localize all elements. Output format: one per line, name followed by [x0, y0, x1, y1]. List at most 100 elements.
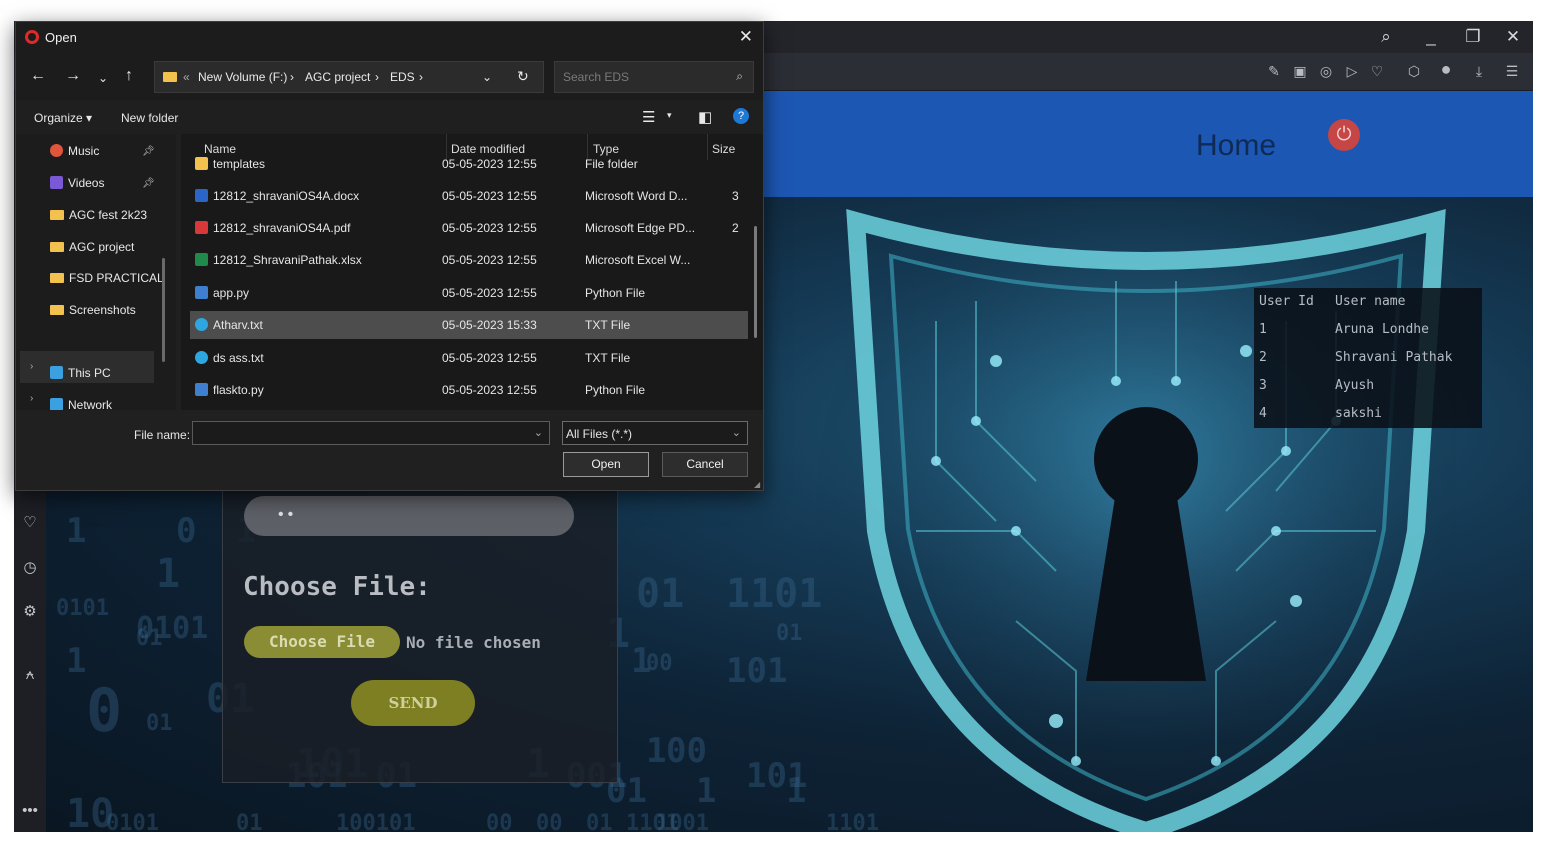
- nav-item-folder[interactable]: AGC fest 2k23: [50, 208, 147, 222]
- file-date: 05-05-2023 12:55: [442, 253, 537, 267]
- file-type: Microsoft Word D...: [585, 189, 688, 203]
- nav-item-network[interactable]: Network: [50, 398, 112, 410]
- search-icon[interactable]: ⌕: [1374, 27, 1398, 47]
- binary-text: 01: [146, 711, 173, 736]
- file-name-input[interactable]: ⌄: [192, 421, 550, 445]
- power-icon[interactable]: ⏻: [1328, 119, 1360, 151]
- menu-icon[interactable]: ☰: [1502, 61, 1522, 81]
- restore-icon[interactable]: ❐: [1461, 27, 1485, 47]
- chevron-down-icon[interactable]: ⌄: [98, 69, 108, 87]
- vertical-scrollbar[interactable]: [754, 226, 757, 338]
- cancel-button[interactable]: Cancel: [662, 452, 748, 477]
- file-date: 05-05-2023 12:55: [442, 221, 537, 235]
- home-link[interactable]: Home: [1196, 129, 1276, 163]
- file-row[interactable]: templates 05-05-2023 12:55 File folder: [190, 150, 748, 178]
- nav-item-music[interactable]: Music: [50, 144, 99, 158]
- nav-item-label: Network: [68, 398, 113, 410]
- heart-icon[interactable]: ♡: [14, 513, 46, 533]
- file-row[interactable]: 12812_shravaniOS4A.pdf 05-05-2023 12:55 Mi…: [190, 214, 748, 242]
- messenger-icon[interactable]: ◎: [1316, 61, 1336, 81]
- search-input[interactable]: Search EDS ⌕: [554, 61, 754, 93]
- nav-item-videos[interactable]: Videos: [50, 176, 104, 190]
- preview-pane-icon[interactable]: ◧: [698, 108, 712, 126]
- nav-item-label: FSD PRACTICAL: [69, 271, 164, 285]
- organize-menu[interactable]: Organize ▾: [34, 111, 92, 125]
- close-icon[interactable]: ✕: [739, 27, 753, 47]
- resize-grip-icon[interactable]: ◢: [754, 480, 760, 489]
- file-name: 12812_shravaniOS4A.docx: [195, 189, 359, 203]
- minimize-icon[interactable]: _: [1419, 27, 1443, 47]
- binary-text: 00: [536, 811, 563, 832]
- chevron-down-icon[interactable]: ⌄: [534, 426, 543, 439]
- send-button[interactable]: SEND: [351, 680, 475, 726]
- file-row[interactable]: ds ass.txt 05-05-2023 12:55 TXT File: [190, 344, 748, 372]
- address-bar[interactable]: « New Volume (F:) › AGC project › EDS › …: [154, 61, 544, 93]
- camera-icon[interactable]: ▣: [1290, 61, 1310, 81]
- play-icon[interactable]: ▷: [1342, 61, 1362, 81]
- forward-arrow-icon[interactable]: →: [65, 67, 81, 85]
- file-name: 12812_shravaniOS4A.pdf: [195, 221, 350, 235]
- file-name: templates: [195, 157, 265, 171]
- settings-icon[interactable]: ⚙: [14, 602, 46, 622]
- help-icon[interactable]: ?: [733, 108, 749, 124]
- choose-file-button[interactable]: Choose File: [244, 626, 400, 658]
- password-field[interactable]: ••: [244, 496, 574, 536]
- chevron-right-icon: ›: [419, 70, 423, 84]
- chevron-down-icon[interactable]: ⌄: [482, 70, 492, 84]
- file-type: Microsoft Excel W...: [585, 253, 691, 267]
- binary-text: 1: [156, 551, 181, 597]
- heart-icon[interactable]: ♡: [1367, 61, 1387, 81]
- new-folder-button[interactable]: New folder: [121, 111, 178, 125]
- nav-scrollbar[interactable]: [162, 258, 165, 362]
- file-row[interactable]: flaskto.py 05-05-2023 12:55 Python File: [190, 376, 748, 404]
- user-name-cell: Aruna Londhe: [1335, 322, 1429, 337]
- pdf-icon: [195, 221, 208, 234]
- binary-text: 00: [666, 731, 707, 771]
- chevron-right-icon[interactable]: ›: [30, 393, 33, 404]
- file-type-filter[interactable]: All Files (*.*) ⌄: [562, 421, 748, 445]
- lightbulb-icon[interactable]: ⍲: [14, 665, 46, 685]
- nav-item-folder[interactable]: FSD PRACTICAL: [50, 271, 164, 285]
- folder-icon: [50, 242, 64, 252]
- nav-item-this-pc[interactable]: This PC: [50, 366, 111, 380]
- breadcrumb-separator: «: [183, 70, 190, 84]
- more-icon[interactable]: •••: [14, 801, 46, 821]
- breadcrumb-item[interactable]: AGC project: [305, 70, 370, 84]
- breadcrumb-item[interactable]: EDS: [390, 70, 415, 84]
- user-id-cell: 3: [1259, 378, 1267, 393]
- cube-icon[interactable]: ⬡: [1404, 61, 1424, 81]
- binary-text: 101: [746, 756, 808, 796]
- file-date: 05-05-2023 12:55: [442, 189, 537, 203]
- file-row[interactable]: 12812_ShravaniPathak.xlsx 05-05-2023 12:5…: [190, 246, 748, 274]
- file-type-filter-value: All Files (*.*): [566, 427, 633, 441]
- nav-item-folder[interactable]: AGC project: [50, 240, 134, 254]
- up-arrow-icon[interactable]: ↑: [125, 67, 133, 85]
- chevron-down-icon[interactable]: ▾: [667, 110, 672, 121]
- file-row[interactable]: app.py 05-05-2023 12:55 Python File: [190, 279, 748, 307]
- nav-item-folder[interactable]: Screenshots: [50, 303, 136, 317]
- file-row[interactable]: Atharv.txt 05-05-2023 15:33 TXT File: [190, 311, 748, 339]
- folder-icon: [163, 72, 177, 82]
- search-placeholder: Search EDS: [563, 70, 630, 84]
- history-icon[interactable]: ◷: [14, 558, 46, 578]
- binary-text: 1: [696, 771, 717, 811]
- python-icon: [195, 286, 208, 299]
- edit-icon[interactable]: ✎: [1264, 61, 1284, 81]
- binary-text: 1001: [656, 811, 709, 832]
- refresh-icon[interactable]: ↻: [517, 68, 529, 85]
- binary-text: 1: [66, 511, 87, 551]
- file-type: Python File: [585, 383, 646, 397]
- user-id-cell: 4: [1259, 406, 1267, 421]
- file-date: 05-05-2023 12:55: [442, 383, 537, 397]
- chevron-right-icon[interactable]: ›: [30, 361, 33, 372]
- file-date: 05-05-2023 12:55: [442, 286, 537, 300]
- download-icon[interactable]: ⤓: [1469, 61, 1489, 81]
- close-icon[interactable]: ✕: [1501, 27, 1525, 47]
- breadcrumb-item[interactable]: New Volume (F:): [198, 70, 287, 84]
- profile-icon[interactable]: ●: [1436, 59, 1456, 79]
- back-arrow-icon[interactable]: ←: [30, 67, 46, 85]
- open-button[interactable]: Open: [563, 452, 649, 477]
- file-row[interactable]: 12812_shravaniOS4A.docx 05-05-2023 12:55 M…: [190, 182, 748, 210]
- view-options-icon[interactable]: ☰: [642, 108, 655, 126]
- binary-text: 00: [646, 651, 673, 676]
